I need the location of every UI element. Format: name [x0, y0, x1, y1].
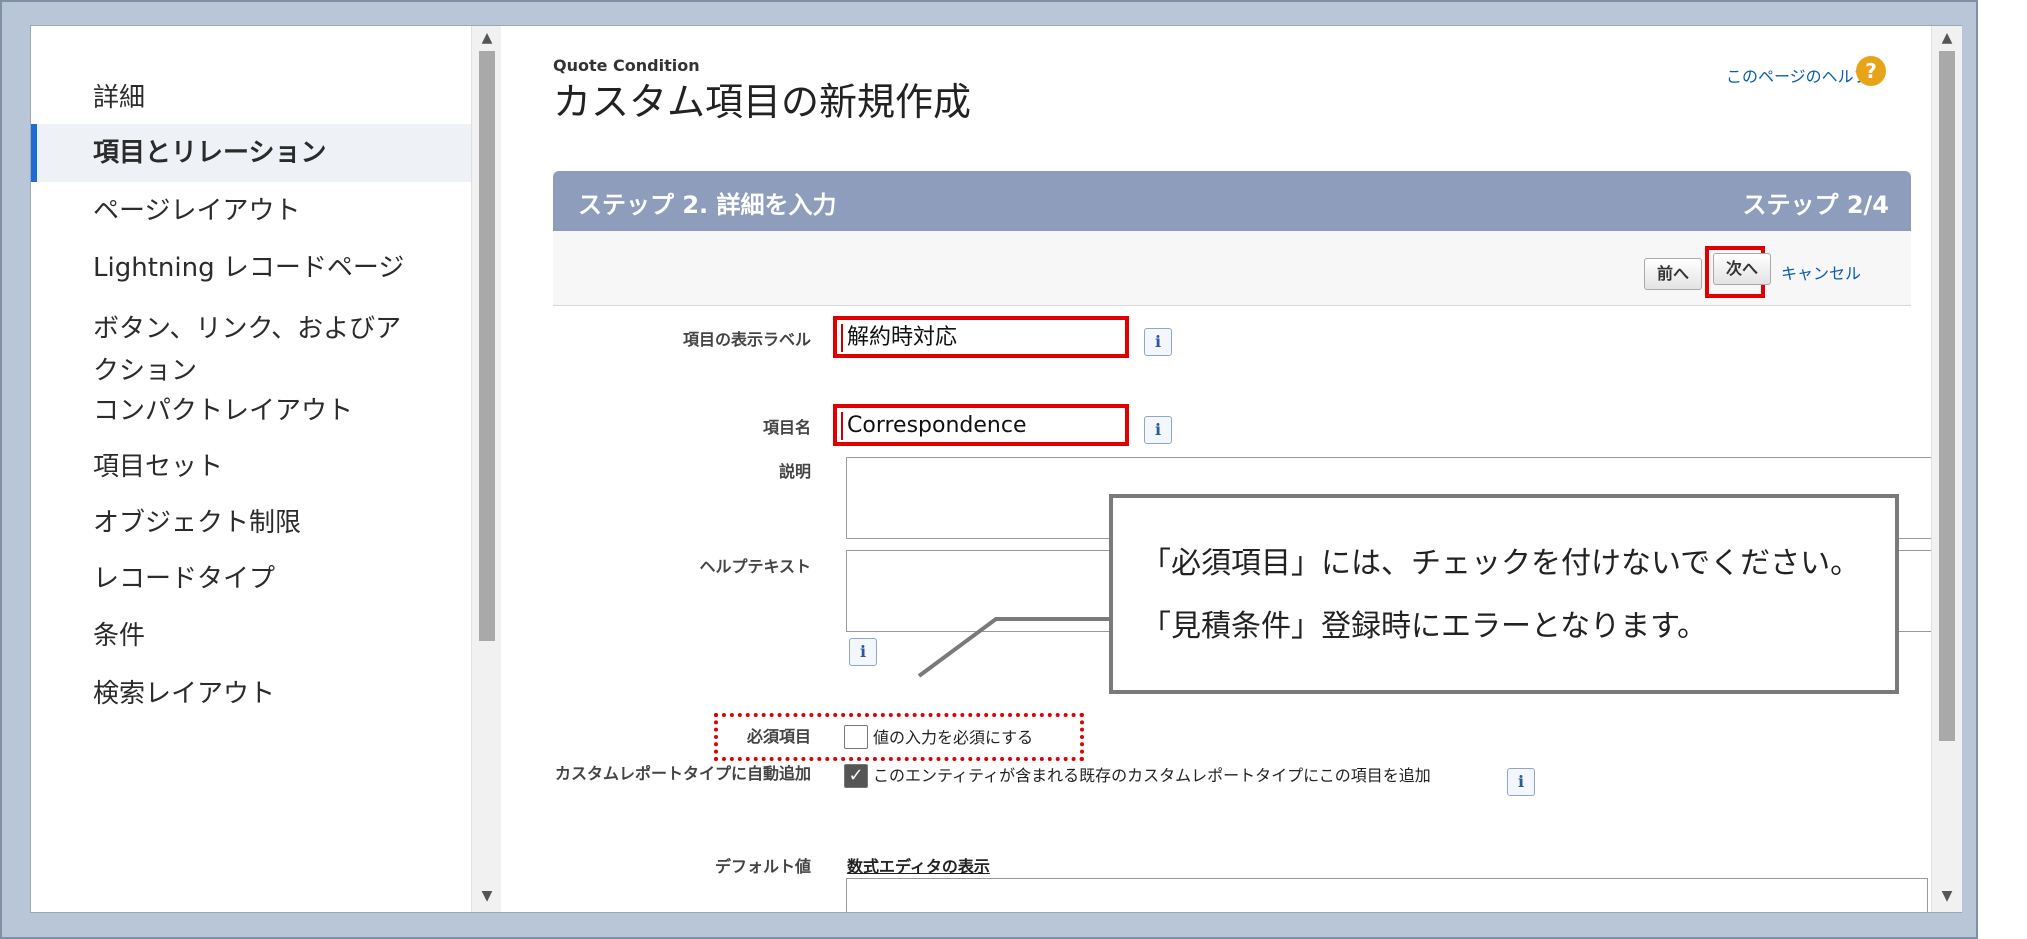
- sidebar-item-conditions[interactable]: 条件: [31, 616, 471, 656]
- sidebar-item-fields-relationships[interactable]: 項目とリレーション: [31, 124, 471, 182]
- sidebar-item-field-sets[interactable]: 項目セット: [31, 447, 471, 487]
- report-type-label: カスタムレポートタイプに自動追加: [554, 764, 811, 783]
- scroll-up-icon[interactable]: ▲: [479, 30, 495, 46]
- field-label-value: 解約時対応: [841, 324, 957, 352]
- info-icon[interactable]: i: [1144, 328, 1172, 356]
- help-link[interactable]: このページのヘルプ: [1726, 63, 1870, 87]
- default-value-textarea[interactable]: [846, 878, 1928, 912]
- next-button[interactable]: 次へ: [1713, 253, 1772, 285]
- sidebar-item-buttons-links-actions[interactable]: ボタン、リンク、およびア クション: [31, 308, 471, 392]
- scrollbar-thumb[interactable]: [1939, 51, 1955, 741]
- field-name-input[interactable]: Correspondence: [833, 404, 1129, 446]
- sidebar-item-label: レコードタイプ: [93, 564, 276, 594]
- field-label-input[interactable]: 解約時対応: [833, 316, 1129, 358]
- help-icon[interactable]: ?: [1856, 56, 1886, 86]
- scroll-down-icon[interactable]: ▼: [479, 888, 495, 904]
- required-checkbox[interactable]: [844, 725, 868, 749]
- scroll-up-icon[interactable]: ▲: [1939, 30, 1955, 46]
- report-type-checkbox-text: このエンティティが含まれる既存のカスタムレポートタイプにこの項目を追加: [873, 766, 1431, 785]
- step-header: ステップ 2. 詳細を入力 ステップ 2/4: [553, 171, 1911, 231]
- sidebar-item-label: ページレイアウト: [93, 196, 301, 226]
- sidebar-item-details[interactable]: 詳細: [31, 78, 471, 118]
- sidebar-item-label: 条件: [93, 621, 146, 651]
- callout-line-1: 「必須項目」には、チェックを付けないでください。: [1141, 546, 1861, 581]
- required-checkbox-text: 値の入力を必須にする: [873, 728, 1034, 747]
- field-label-label: 項目の表示ラベル: [682, 330, 811, 349]
- sidebar-item-label: 項目とリレーション: [93, 138, 327, 168]
- sidebar-item-label: クション: [93, 356, 198, 386]
- sidebar-item-record-types[interactable]: レコードタイプ: [31, 559, 471, 599]
- sidebar-item-label: Lightning レコードページ: [93, 253, 405, 283]
- previous-button[interactable]: 前へ: [1644, 258, 1703, 290]
- sidebar-item-page-layouts[interactable]: ページレイアウト: [31, 191, 471, 231]
- sidebar-item-object-limits[interactable]: オブジェクト制限: [31, 503, 471, 543]
- main-scrollbar[interactable]: ▲ ▼: [1931, 26, 1962, 912]
- scrollbar-thumb[interactable]: [479, 51, 495, 641]
- sidebar-item-label: コンパクトレイアウト: [93, 396, 354, 426]
- required-label: 必須項目: [746, 727, 811, 746]
- sidebar-item-label: 検索レイアウト: [93, 679, 276, 709]
- callout-line-2: 「見積条件」登録時にエラーとなります。: [1141, 609, 1708, 644]
- step-counter: ステップ 2/4: [1742, 191, 1889, 219]
- sidebar-item-search-layouts[interactable]: 検索レイアウト: [31, 674, 471, 714]
- scroll-down-icon[interactable]: ▼: [1939, 888, 1955, 904]
- warning-callout: 「必須項目」には、チェックを付けないでください。 「見積条件」登録時にエラーとな…: [1109, 494, 1899, 694]
- sidebar-item-compact-layouts[interactable]: コンパクトレイアウト: [31, 391, 471, 431]
- main-content: Quote Condition カスタム項目の新規作成 このページのヘルプ ? …: [501, 26, 1931, 912]
- report-type-checkbox[interactable]: ✓: [844, 764, 868, 788]
- description-label: 説明: [778, 462, 811, 481]
- info-icon[interactable]: i: [1507, 768, 1535, 796]
- helptext-label: ヘルプテキスト: [699, 557, 811, 576]
- sidebar-item-label: オブジェクト制限: [93, 508, 302, 538]
- sidebar-item-label: ボタン、リンク、およびア: [93, 314, 402, 344]
- info-icon[interactable]: i: [1144, 416, 1172, 444]
- sidebar-item-label: 項目セット: [93, 452, 224, 482]
- page-title: カスタム項目の新規作成: [553, 80, 972, 124]
- info-icon[interactable]: i: [849, 638, 877, 666]
- step-title: ステップ 2. 詳細を入力: [578, 191, 837, 219]
- sidebar-item-lightning-record-pages[interactable]: Lightning レコードページ: [31, 248, 471, 288]
- sidebar-item-label: 詳細: [93, 83, 146, 113]
- button-row: 前へ 次へ キャンセル: [553, 231, 1911, 306]
- object-manager-sidebar: 詳細 項目とリレーション ページレイアウト Lightning レコードページ …: [31, 26, 471, 912]
- setup-window: 詳細 項目とリレーション ページレイアウト Lightning レコードページ …: [30, 25, 1962, 913]
- field-name-label: 項目名: [762, 418, 811, 437]
- sidebar-scrollbar[interactable]: ▲ ▼: [471, 26, 502, 912]
- default-value-label: デフォルト値: [714, 857, 811, 876]
- cancel-link[interactable]: キャンセル: [1781, 260, 1861, 284]
- formula-editor-link[interactable]: 数式エディタの表示: [847, 853, 990, 877]
- field-name-value: Correspondence: [841, 412, 1026, 440]
